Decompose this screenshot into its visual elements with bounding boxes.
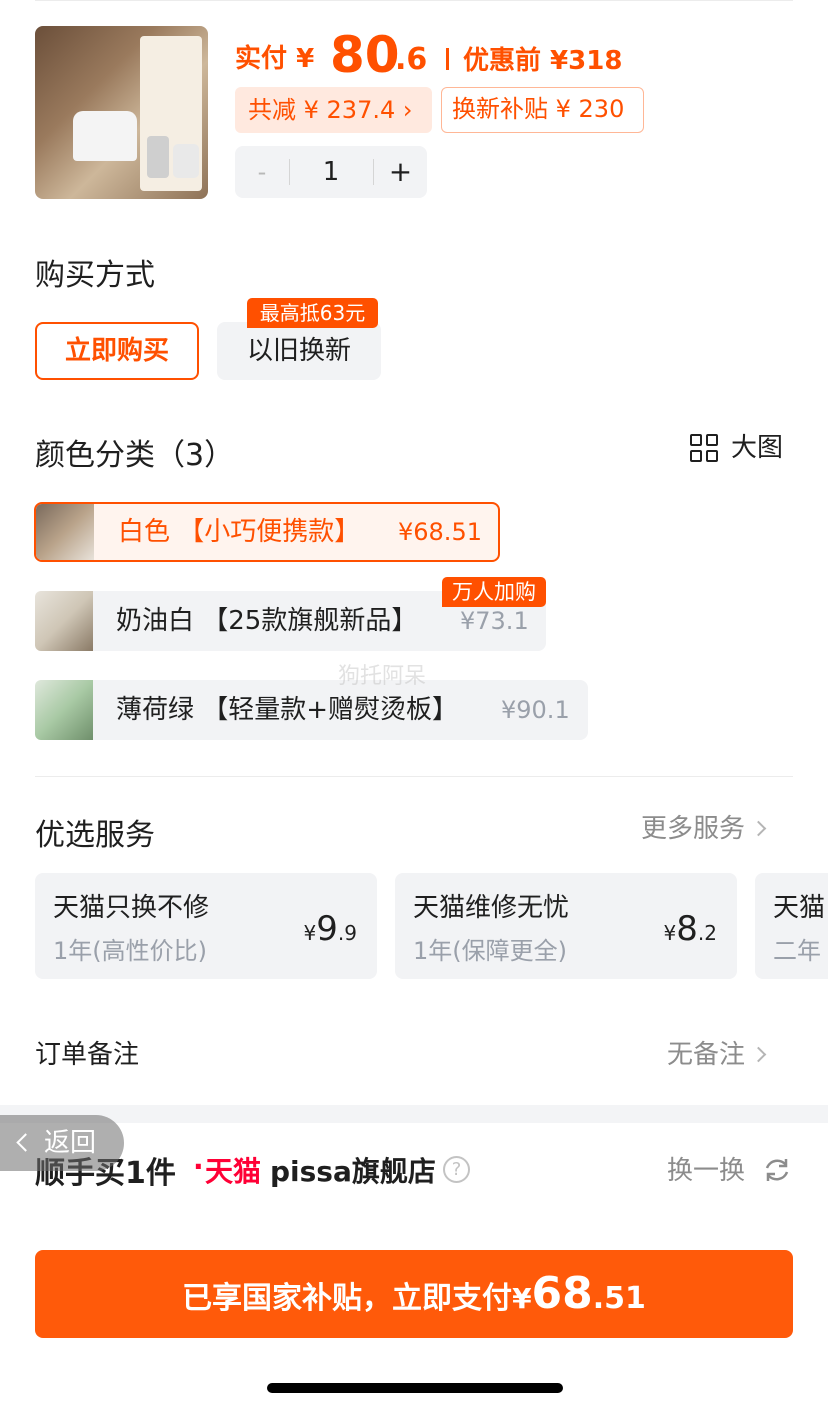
- sku-label: 白色 【小巧便携款】: [118, 517, 361, 547]
- product-image-iron-small: [173, 144, 199, 178]
- chevron-right-icon: [750, 820, 767, 837]
- sku-price: ¥90.1: [501, 696, 570, 724]
- services-title: 优选服务: [35, 818, 155, 853]
- help-icon[interactable]: ?: [443, 1156, 470, 1183]
- swap-button[interactable]: 换一换: [667, 1150, 745, 1187]
- faded-recommendation-row: [100, 1215, 700, 1245]
- more-services-label: 更多服务: [641, 814, 746, 844]
- quantity-decrease-button[interactable]: -: [235, 146, 289, 198]
- pay-now-button[interactable]: 已享国家补贴，立即支付¥68.51: [35, 1250, 793, 1338]
- chevron-right-icon: [750, 1046, 767, 1063]
- service-card-replace-only[interactable]: 天猫只换不修 1年(高性价比) ¥9.9: [35, 873, 377, 979]
- buy-now-option[interactable]: 立即购买: [35, 322, 199, 380]
- order-note-label: 订单备注: [35, 1040, 140, 1070]
- top-divider: [35, 0, 793, 1]
- order-note-link[interactable]: 无备注: [667, 1034, 767, 1071]
- tmall-logo: 天猫: [205, 1155, 262, 1188]
- service-name: 天猫维修无忧: [413, 893, 570, 923]
- color-category-title: 颜色分类（3）: [35, 438, 235, 473]
- product-image[interactable]: [35, 26, 208, 199]
- order-note-value: 无备注: [667, 1040, 746, 1070]
- sku-thumbnail: [35, 680, 93, 740]
- product-image-iron: [73, 111, 137, 161]
- quantity-stepper: - 1 +: [235, 146, 427, 198]
- trade-in-subsidy-chip[interactable]: 换新补贴 ¥ 230: [441, 87, 644, 133]
- service-desc: 1年(高性价比): [53, 937, 207, 965]
- grid-icon: [690, 434, 719, 463]
- back-button[interactable]: 返回: [0, 1115, 124, 1171]
- separator-dot: ·: [193, 1150, 204, 1183]
- popular-tag: 万人加购: [442, 577, 546, 607]
- trade-in-max-discount-tag: 最高抵63元: [247, 298, 378, 328]
- service-desc: 二年: [773, 937, 821, 965]
- section-divider: [35, 776, 793, 777]
- sku-label: 奶油白 【25款旗舰新品】: [116, 606, 418, 636]
- original-price: 优惠前 ¥318: [463, 46, 623, 76]
- paid-amount-integer: 80: [330, 26, 400, 84]
- big-image-label: 大图: [731, 433, 784, 463]
- home-indicator: [267, 1383, 563, 1393]
- watermark: 狗托阿呆: [338, 664, 427, 689]
- chevron-left-icon: [16, 1133, 35, 1152]
- service-name: 天猫: [773, 893, 826, 923]
- sku-price: ¥68.51: [398, 518, 482, 546]
- service-desc: 1年(保障更全): [413, 937, 567, 965]
- sku-option-white[interactable]: 白色 【小巧便携款】 ¥68.51: [34, 502, 500, 562]
- service-price: ¥9.9: [303, 909, 357, 949]
- service-card-repair-worry-free[interactable]: 天猫维修无忧 1年(保障更全) ¥8.2: [395, 873, 737, 979]
- paid-amount-decimal: .6: [395, 42, 428, 77]
- more-services-link[interactable]: 更多服务: [641, 812, 767, 846]
- sku-thumbnail: [35, 591, 93, 651]
- paid-label: 实付 ¥: [235, 44, 315, 74]
- quantity-value[interactable]: 1: [290, 146, 372, 198]
- purchase-method-title: 购买方式: [35, 258, 155, 293]
- total-saving-chip[interactable]: 共减 ¥ 237.4 ›: [235, 87, 432, 133]
- section-separator-band: [0, 1105, 828, 1123]
- product-image-phone: [147, 136, 169, 178]
- back-label: 返回: [44, 1128, 97, 1158]
- service-card-partial[interactable]: 天猫 二年: [755, 873, 828, 979]
- refresh-icon[interactable]: [762, 1155, 792, 1185]
- sku-option-mint-green[interactable]: 薄荷绿 【轻量款+赠熨烫板】 ¥90.1: [35, 680, 588, 740]
- store-name[interactable]: pissa旗舰店: [270, 1150, 436, 1190]
- sku-thumbnail: [36, 504, 94, 560]
- service-price: ¥8.2: [663, 909, 717, 949]
- big-image-button[interactable]: 大图: [690, 433, 800, 465]
- trade-in-option[interactable]: 以旧换新: [217, 322, 381, 380]
- quantity-increase-button[interactable]: +: [374, 146, 427, 198]
- service-name: 天猫只换不修: [53, 893, 210, 923]
- price-separator: [446, 48, 449, 70]
